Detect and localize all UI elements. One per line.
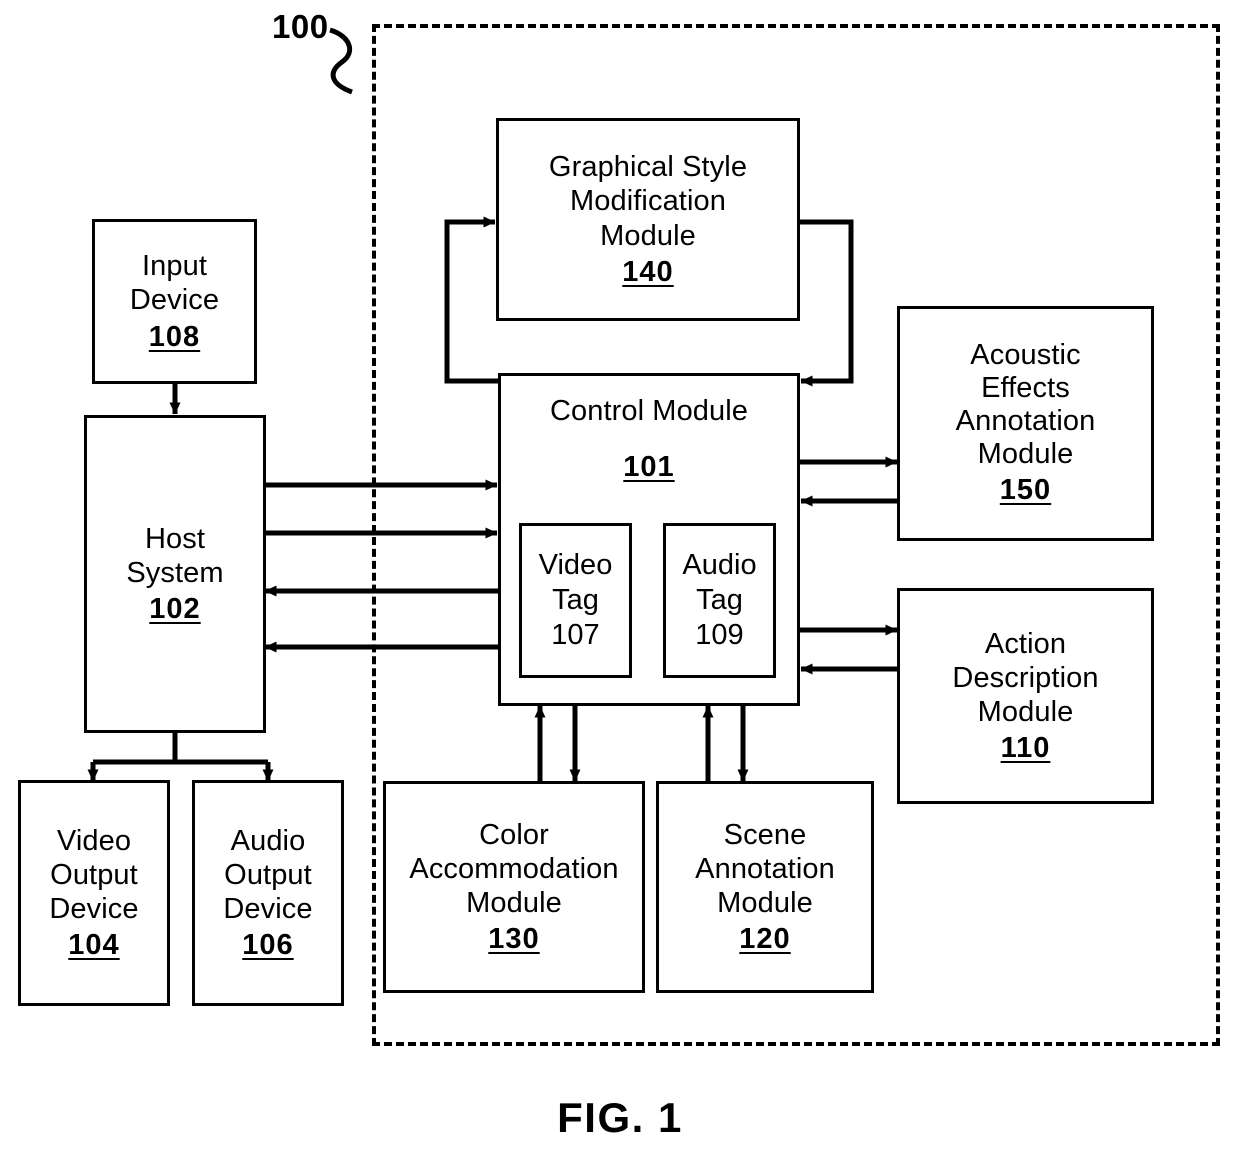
block-graphical-style-modification-module[interactable]: Graphical Style Modification Module 140 [496, 118, 800, 321]
block-audio-output-device[interactable]: Audio Output Device 106 [192, 780, 344, 1006]
block-color-accommodation-module-title: Color Accommodation Module [409, 818, 619, 919]
block-host-system-refnum: 102 [149, 593, 201, 626]
block-control-module-title: Control Module [549, 395, 749, 427]
block-acoustic-effects-annotation-module[interactable]: Acoustic Effects Annotation Module 150 [897, 306, 1154, 541]
block-audio-output-device-refnum: 106 [242, 929, 294, 962]
block-action-description-module-title: Action Description Module [952, 627, 1099, 728]
block-color-accommodation-module-refnum: 130 [488, 923, 540, 956]
block-video-tag-title: Video Tag [538, 549, 613, 617]
block-video-output-device-refnum: 104 [68, 929, 120, 962]
block-input-device-title: Input Device [129, 250, 220, 317]
block-graphical-style-modification-module-title: Graphical Style Modification Module [548, 151, 748, 252]
block-control-module-refnum: 101 [623, 451, 675, 484]
block-scene-annotation-module-title: Scene Annotation Module [695, 818, 835, 919]
figure-1-diagram: 100 Input Device 108 Host System 102 Vid… [0, 0, 1240, 1170]
block-audio-tag[interactable]: Audio Tag 109 [663, 523, 776, 678]
block-action-description-module[interactable]: Action Description Module 110 [897, 588, 1154, 804]
callout-leader-line [329, 27, 353, 95]
block-video-tag-refnum: 107 [551, 618, 600, 651]
block-video-tag[interactable]: Video Tag 107 [519, 523, 632, 678]
block-scene-annotation-module[interactable]: Scene Annotation Module 120 [656, 781, 874, 993]
block-input-device[interactable]: Input Device 108 [92, 219, 257, 384]
block-action-description-module-refnum: 110 [1000, 732, 1051, 765]
block-color-accommodation-module[interactable]: Color Accommodation Module 130 [383, 781, 645, 993]
block-host-system-title: Host System [126, 522, 224, 589]
block-video-output-device-title: Video Output Device [49, 824, 139, 925]
block-audio-tag-refnum: 109 [695, 618, 744, 651]
block-video-output-device[interactable]: Video Output Device 104 [18, 780, 170, 1006]
block-graphical-style-modification-module-refnum: 140 [622, 255, 674, 288]
block-scene-annotation-module-refnum: 120 [739, 923, 791, 956]
block-host-system[interactable]: Host System 102 [84, 415, 266, 733]
block-input-device-refnum: 108 [148, 320, 201, 353]
block-audio-tag-title: Audio Tag [682, 549, 757, 617]
block-acoustic-effects-annotation-module-refnum: 150 [999, 474, 1052, 507]
block-acoustic-effects-annotation-module-title: Acoustic Effects Annotation Module [955, 339, 1096, 471]
system-callout-label: 100 [272, 8, 329, 45]
block-audio-output-device-title: Audio Output Device [223, 824, 313, 925]
figure-caption: FIG. 1 [557, 1094, 683, 1141]
